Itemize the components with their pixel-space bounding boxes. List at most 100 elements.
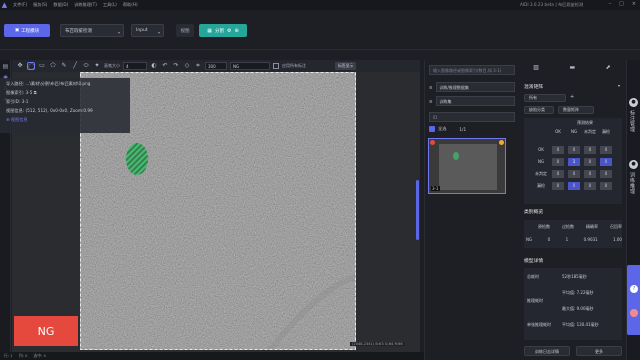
matrix-col-ng: NG	[570, 129, 578, 134]
window-title: AIDI 3.0.23 beta | 布匹瑕疵检测	[520, 2, 584, 7]
search-input[interactable]: 输入图像路径或图像索引(数目,如 3-1)	[429, 65, 515, 75]
magic-tool-icon[interactable]: ✦	[93, 62, 101, 70]
select-all-row[interactable]: 全选 1/1	[429, 126, 466, 132]
model-value: 最大值: 9.00毫秒	[562, 306, 594, 311]
threshold-input[interactable]: 300	[205, 62, 227, 70]
train-log-button[interactable]: 训练日志详情	[524, 346, 570, 356]
view-detail-link[interactable]: ⊕ 视图信息	[6, 117, 124, 123]
folder-icon[interactable]: ▬	[569, 64, 575, 71]
id-filter[interactable]: ID	[429, 112, 515, 122]
menu-train[interactable]: 训练推理(T)	[74, 2, 97, 8]
collapse-icon[interactable]: ▾	[618, 83, 620, 88]
add-icon[interactable]: +	[570, 94, 574, 100]
close-icon[interactable]: ×	[632, 1, 636, 7]
input-select-value: Input	[136, 28, 148, 33]
share-icon[interactable]: ⊕	[235, 28, 239, 34]
toolbar: ▣ 工程模块 布匹瑕疵检测 ▾ Input ▾ 视图 ▦ 分割 ⚙ ⊕	[0, 10, 640, 50]
canvas-scrollbar[interactable]	[416, 180, 419, 240]
line-tool-icon[interactable]: ╱	[71, 62, 79, 70]
matrix-value: 0	[556, 183, 560, 188]
copy-icon[interactable]: ⧉	[34, 90, 37, 95]
matrix-value: 0	[588, 183, 592, 188]
assistant-tab[interactable]: ?	[627, 265, 640, 335]
minimize-icon[interactable]: –	[609, 1, 612, 7]
label-select[interactable]: NG	[230, 62, 270, 70]
thumbnail-item[interactable]: 3-1	[428, 138, 506, 194]
filter-icon: ≡	[429, 84, 433, 90]
menu-data[interactable]: 数据(D)	[53, 2, 68, 8]
ellipse-tool-icon[interactable]: ⬭	[82, 62, 90, 70]
class-table-row: NG 0 1 0.9031 1.00	[526, 237, 622, 242]
apply-all-checkbox[interactable]	[273, 63, 279, 69]
matrix-col-ok: OK	[555, 129, 561, 134]
model-value: 52秒185毫秒	[562, 274, 587, 279]
dataset-filter[interactable]: ≡ 训练/推理数据集	[429, 82, 515, 92]
brush-size-label: 画笔大小	[104, 63, 120, 68]
menu-file[interactable]: 文件(F)	[13, 2, 27, 8]
confusion-scope-select[interactable]: 所有	[524, 94, 566, 102]
subset-filter[interactable]: ≡ 训练集	[429, 96, 515, 106]
matrix-header: 预测结果	[577, 120, 593, 125]
side-tabs: ● 标注管理 ● 训练推理 ?	[626, 60, 640, 360]
confusion-mode-select[interactable]: 数量矩阵	[558, 106, 594, 114]
view-button[interactable]: 视图	[176, 24, 194, 37]
model-value: 平均值: 130.41毫秒	[562, 322, 599, 327]
settings-icon[interactable]: ⚙	[227, 28, 231, 34]
eraser-icon[interactable]: ◇	[183, 62, 191, 70]
more-button[interactable]: 更多	[576, 346, 622, 356]
view-button-label: 视图	[180, 28, 190, 34]
select-all-label: 全选	[438, 126, 447, 131]
export-icon[interactable]: ⬈	[606, 64, 611, 71]
ng-result-label: NG	[37, 324, 55, 338]
dataset-filter-value: 训练/推理数据集	[435, 82, 515, 92]
matrix-row-undetermined: 未判定	[535, 171, 547, 176]
rectangle-tool-icon[interactable]: ▭	[38, 62, 46, 70]
help-icon[interactable]: ?	[630, 285, 638, 293]
confusion-type-select[interactable]: 缺陷分类	[524, 106, 554, 114]
tab-annotation[interactable]: 标注管理	[629, 110, 636, 132]
menu-bar: 文件(F) 服务(S) 数据(D) 训练推理(T) 工具(L) 帮助(H)	[13, 2, 138, 8]
module-button[interactable]: ▣ 工程模块	[4, 24, 50, 37]
image-list-panel: 输入图像路径或图像索引(数目,如 3-1) ≡ 训练/推理数据集 ≡ 训练集 I…	[424, 60, 518, 360]
status-selected: 选中: 0	[33, 353, 46, 358]
segment-button[interactable]: ▦ 分割 ⚙ ⊕	[199, 24, 247, 37]
crop-icon[interactable]: ⌗	[194, 62, 202, 70]
menu-tools[interactable]: 工具(L)	[103, 2, 117, 8]
hand-icon[interactable]: ✥	[16, 62, 24, 70]
avatar[interactable]	[630, 309, 638, 317]
fill-icon[interactable]: ◐	[150, 62, 158, 70]
model-label: 总耗时	[527, 274, 539, 279]
matrix-row-ok: OK	[538, 147, 544, 152]
undo-icon[interactable]: ↶	[161, 62, 169, 70]
tab-train[interactable]: 训练推理	[629, 172, 636, 194]
ng-defect-annotation[interactable]	[126, 143, 148, 175]
annotation-tab-icon: ●	[629, 98, 638, 107]
view-mode-button[interactable]: 标签显示	[335, 62, 357, 70]
chevron-down-icon: ▾	[117, 30, 120, 35]
title-bar: ▲ 文件(F) 服务(S) 数据(D) 训练推理(T) 工具(L) 帮助(H) …	[0, 0, 640, 10]
import-path-value: ...\素材\分割\布匹\布匹素材\0.png	[25, 81, 91, 86]
confusion-type-value: 缺陷分类	[529, 107, 545, 112]
class-cell: 1	[565, 237, 569, 242]
input-select[interactable]: Input ▾	[131, 24, 164, 37]
maximize-icon[interactable]: □	[619, 1, 624, 7]
image-icon[interactable]: ▤	[1, 62, 10, 71]
select-all-checkbox[interactable]	[429, 126, 435, 132]
task-select[interactable]: 布匹瑕疵检测 ▾	[60, 24, 124, 37]
class-col: 过检数	[562, 224, 574, 229]
class-overview-table: 原检数 过检数 精确率 召回率 NG 0 1 0.9031 1.00	[524, 220, 622, 248]
redo-icon[interactable]: ↷	[172, 62, 180, 70]
circle-tool-icon[interactable]: ◯	[27, 62, 35, 70]
menu-service[interactable]: 服务(S)	[33, 2, 47, 8]
pen-tool-icon[interactable]: ✎	[60, 62, 68, 70]
image-view-icon[interactable]: ▧	[533, 64, 539, 71]
brush-size-input[interactable]: 4	[123, 62, 147, 70]
menu-help[interactable]: 帮助(H)	[123, 2, 138, 8]
model-details-title: 模型详情	[524, 259, 544, 264]
selection-count: 1/1	[459, 126, 467, 132]
matrix-value: 0	[588, 147, 592, 152]
matrix-value: 0	[588, 171, 592, 176]
polygon-tool-icon[interactable]: ⬠	[49, 62, 57, 70]
label-select-value: NG	[233, 64, 240, 69]
thumbnail-image	[439, 144, 497, 190]
